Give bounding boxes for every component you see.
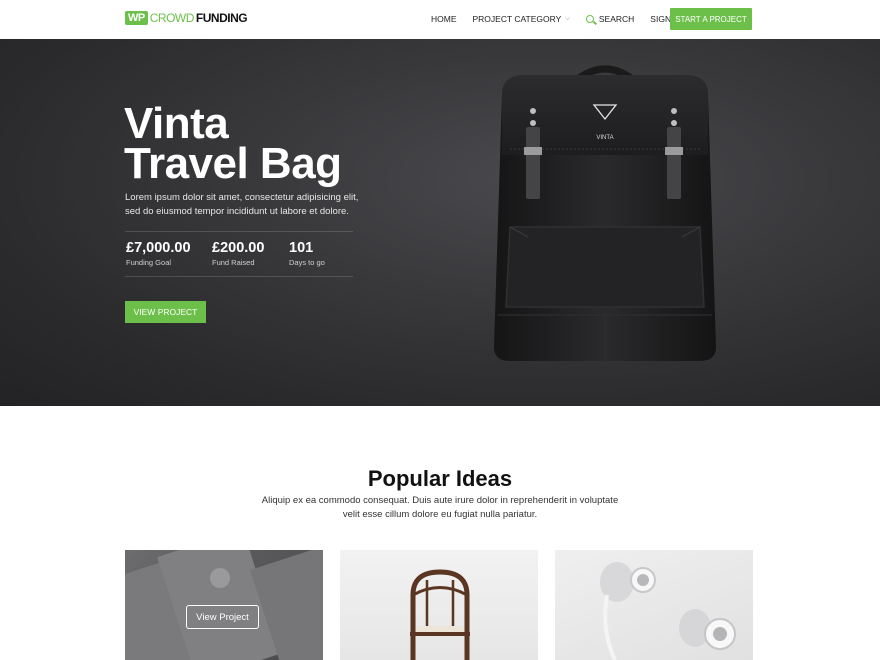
main-nav: HOME PROJECT CATEGORY ⌵ SEARCH SIGNUP — [431, 14, 699, 24]
popular-ideas-description: Aliquip ex ea commodo consequat. Duis au… — [261, 495, 619, 520]
start-project-button[interactable]: START A PROJECT — [670, 8, 752, 30]
hero-title-line2: Travel Bag — [124, 139, 342, 188]
nav-project-category[interactable]: PROJECT CATEGORY ⌵ — [473, 14, 570, 24]
project-card[interactable]: View Project — [125, 550, 323, 660]
hero-title: Vinta Travel Bag — [124, 99, 342, 188]
logo-crowd-text: CROWD — [149, 11, 195, 25]
stat-value: £7,000.00 — [126, 240, 191, 256]
hero-description: Lorem ipsum dolor sit amet, consectetur … — [125, 192, 359, 217]
popular-ideas-title: Popular Ideas — [367, 466, 513, 491]
stat-days-to-go: 101 Days to go — [289, 240, 325, 267]
backpack-brand-mark: VINTA — [596, 135, 613, 141]
hero-banner: Vinta Travel Bag Lorem ipsum dolor sit a… — [0, 39, 880, 406]
hero-title-line1: Vinta — [124, 99, 229, 148]
site-header: WP CROWD FUNDING HOME PROJECT CATEGORY ⌵… — [0, 0, 880, 39]
project-card[interactable] — [555, 550, 753, 660]
stat-value: 101 — [289, 240, 314, 256]
stat-label: Fund Raised — [212, 258, 255, 267]
search-icon — [585, 15, 594, 23]
stat-funding-goal: £7,000.00 Funding Goal — [126, 240, 191, 267]
logo-wp-badge: WP — [125, 11, 148, 25]
view-project-button[interactable]: VIEW PROJECT — [125, 301, 206, 323]
chevron-down-icon: ⌵ — [565, 15, 570, 22]
logo-funding-text: FUNDING — [195, 11, 248, 25]
stat-label: Funding Goal — [126, 258, 172, 267]
card-image-earphones — [600, 562, 736, 660]
nav-search[interactable]: SEARCH — [585, 14, 635, 24]
card-image-chair — [410, 569, 470, 660]
stat-label: Days to go — [289, 258, 325, 267]
nav-home[interactable]: HOME — [431, 14, 457, 24]
nav-project-category-label: PROJECT CATEGORY — [472, 14, 562, 24]
stat-fund-raised: £200.00 Fund Raised — [212, 240, 264, 267]
nav-search-label: SEARCH — [598, 14, 635, 24]
card-view-project-button[interactable]: View Project — [186, 605, 259, 629]
stat-value: £200.00 — [212, 240, 265, 256]
backpack-image: VINTA — [494, 65, 716, 361]
project-card[interactable] — [340, 550, 538, 660]
site-logo[interactable]: WP CROWD FUNDING — [125, 11, 248, 25]
hero-divider-top — [125, 231, 353, 232]
hero-divider-bottom — [125, 276, 353, 277]
